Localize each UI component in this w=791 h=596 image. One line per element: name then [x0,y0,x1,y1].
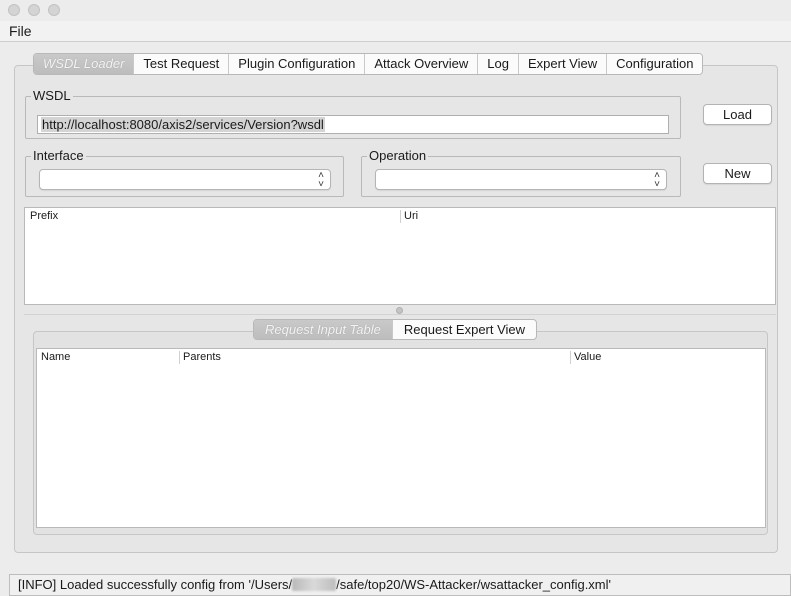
wsdl-url-input[interactable]: http://localhost:8080/axis2/services/Ver… [37,115,669,134]
wsdl-group-title: WSDL [31,88,73,104]
tab-configuration[interactable]: Configuration [606,54,703,74]
column-header-uri[interactable]: Uri [404,210,418,223]
tab-request-expert-view[interactable]: Request Expert View [391,320,536,339]
tab-expert-view[interactable]: Expert View [518,54,607,74]
column-header-name[interactable]: Name [41,351,70,364]
load-button[interactable]: Load [703,104,772,125]
status-message: [INFO] Loaded successfully config from '… [18,577,611,592]
operation-select[interactable]: ˄ ˅ [375,169,667,190]
split-pane-handle[interactable] [396,307,403,314]
tab-wsdl-loader[interactable]: WSDL Loader [34,54,134,74]
interface-select[interactable]: ˄ ˅ [39,169,331,190]
status-message-prefix: [INFO] Loaded successfully config from '… [18,577,293,592]
column-separator [570,351,571,364]
chevron-up-down-icon: ˄ ˅ [318,170,324,190]
column-separator [179,351,180,364]
tab-test-request[interactable]: Test Request [133,54,229,74]
request-tab-bar: Request Input Table Request Expert View [253,319,538,340]
column-header-parents[interactable]: Parents [183,351,221,364]
status-bar: [INFO] Loaded successfully config from '… [9,574,791,596]
wsdl-url-value: http://localhost:8080/axis2/services/Ver… [41,117,325,132]
request-table[interactable]: Name Parents Value [36,348,766,528]
new-button[interactable]: New [703,163,772,184]
column-header-prefix[interactable]: Prefix [30,210,58,223]
tab-log[interactable]: Log [477,54,518,74]
tab-request-input-table[interactable]: Request Input Table [254,320,392,339]
namespace-table[interactable]: Prefix Uri [24,207,776,305]
redacted-username [292,578,337,591]
status-message-suffix: /safe/top20/WS-Attacker/wsattacker_confi… [336,577,612,592]
main-tab-bar: WSDL Loader Test Request Plugin Configur… [33,53,704,75]
zoom-window-icon[interactable] [48,4,60,16]
minimize-window-icon[interactable] [28,4,40,16]
chevron-up-down-icon: ˄ ˅ [654,170,660,190]
interface-group-title: Interface [31,148,86,164]
menu-bar: File [0,21,791,42]
window-titlebar [0,0,791,21]
close-window-icon[interactable] [8,4,20,16]
column-header-value[interactable]: Value [574,351,601,364]
column-separator [400,210,401,223]
menu-file[interactable]: File [9,23,32,39]
tab-plugin-configuration[interactable]: Plugin Configuration [228,54,365,74]
operation-group-title: Operation [367,148,429,164]
tab-attack-overview[interactable]: Attack Overview [364,54,478,74]
